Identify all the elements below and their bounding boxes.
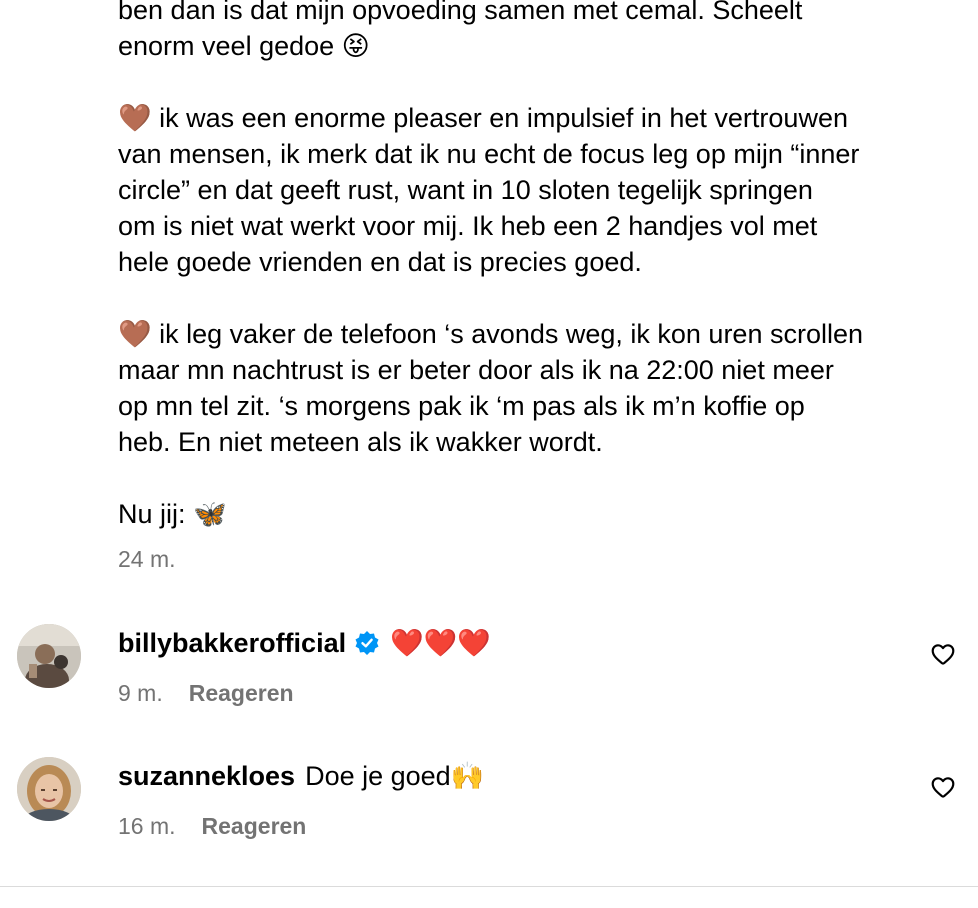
caption-line: op mn tel zit. ‘s morgens pak ik ‘m pas … [118, 391, 805, 421]
caption-line: circle” en dat geeft rust, want in 10 sl… [118, 175, 813, 205]
caption-line: hele goede vrienden en dat is precies go… [118, 247, 642, 277]
comment-username[interactable]: billybakkerofficial [118, 626, 346, 660]
caption-line: Nu jij: 🦋 [118, 499, 227, 529]
comment-meta: 9 m. Reageren [118, 680, 294, 707]
like-heart-icon[interactable] [930, 774, 956, 800]
reply-button[interactable]: Reageren [189, 680, 294, 707]
like-heart-icon[interactable] [930, 641, 956, 667]
comment-text: Doe je goed🙌 [305, 761, 485, 791]
divider [0, 886, 978, 887]
comments-panel: ben dan is dat mijn opvoeding samen met … [0, 0, 978, 908]
avatar[interactable] [17, 624, 81, 688]
comment-username[interactable]: suzannekloes [118, 759, 295, 793]
caption-timestamp: 24 m. [118, 546, 176, 572]
caption-line: enorm veel gedoe 😝 [118, 31, 370, 61]
comment-timestamp: 16 m. [118, 813, 176, 839]
comment-meta: 16 m. Reageren [118, 813, 306, 840]
caption-line: 🤎 ik leg vaker de telefoon ‘s avonds weg… [118, 319, 864, 349]
post-caption: ben dan is dat mijn opvoeding samen met … [118, 0, 938, 532]
comment-timestamp: 9 m. [118, 680, 163, 706]
avatar[interactable] [17, 757, 81, 821]
caption-line: om is niet wat werkt voor mij. Ik heb ee… [118, 211, 818, 241]
reply-button[interactable]: Reageren [202, 813, 307, 840]
caption-line: van mensen, ik merk dat ik nu echt de fo… [118, 139, 860, 169]
caption-line: heb. En niet meteen als ik wakker wordt. [118, 427, 603, 457]
caption-line: 🤎 ik was een enorme pleaser en impulsief… [118, 103, 848, 133]
comment-item: billybakkerofficial ❤️❤️❤️ 9 m. Reageren [0, 620, 978, 730]
caption-line: ben dan is dat mijn opvoeding samen met … [118, 0, 803, 25]
comment-line: billybakkerofficial ❤️❤️❤️ [118, 626, 491, 660]
comment-item: suzannekloes Doe je goed🙌 16 m. Reageren [0, 753, 978, 863]
comment-line: suzannekloes Doe je goed🙌 [118, 759, 484, 793]
verified-badge-icon [354, 630, 380, 656]
caption-line: maar mn nachtrust is er beter door als i… [118, 355, 834, 385]
comment-text: ❤️❤️❤️ [390, 628, 491, 658]
